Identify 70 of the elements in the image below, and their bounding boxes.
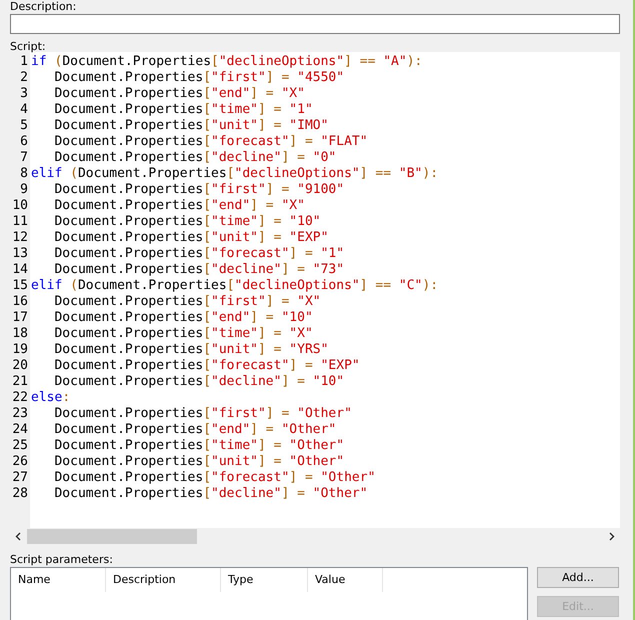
line-number: 4 [19,102,29,118]
code-line: Document.Properties["first"] = "X" [53,294,321,310]
code-line: Document.Properties["end"] = "Other" [53,422,336,438]
column-header[interactable]: Name [11,568,106,592]
scroll-right-icon[interactable] [608,532,615,541]
column-header[interactable]: Type [221,568,308,592]
line-number: 3 [19,86,29,102]
scroll-left-icon[interactable] [15,532,22,541]
line-number: 8 [19,166,29,182]
line-number: 16 [11,294,29,310]
line-number: 17 [11,310,29,326]
line-number: 6 [19,134,29,150]
script-parameters-label: Script parameters: [10,553,114,565]
code-line: Document.Properties["forecast"] = "Other" [53,470,376,486]
script-label: Script: [10,40,47,52]
line-number: 18 [11,326,29,342]
description-field[interactable] [10,14,620,34]
add-button[interactable]: Add... [537,567,619,588]
line-number: 1 [19,54,29,70]
code-line: Document.Properties["time"] = "10" [53,214,321,230]
column-header[interactable]: Value [308,568,383,592]
line-number: 7 [19,150,29,166]
code-line: Document.Properties["unit"] = "EXP" [53,230,328,246]
script-editor[interactable] [10,52,620,528]
parameters-list[interactable]: Name Description Type Value [10,567,528,620]
scrollbar-thumb[interactable] [27,529,197,544]
line-number: 28 [11,486,29,502]
column-header[interactable]: Description [106,568,221,592]
code-line: elif (Document.Properties["declineOptions"] == "C"): [31,278,438,294]
line-number: 25 [11,438,29,454]
code-line: Document.Properties["forecast"] = "FLAT" [53,134,368,150]
line-number: 26 [11,454,29,470]
code-line: Document.Properties["end"] = "X" [53,86,305,102]
line-number: 12 [11,230,29,246]
code-line: Document.Properties["time"] = "X" [53,326,313,342]
code-line: Document.Properties["decline"] = "10" [53,374,344,390]
line-number: 13 [11,246,29,262]
code-line: Document.Properties["end"] = "X" [53,198,305,214]
line-number: 5 [19,118,29,134]
code-line: Document.Properties["time"] = "Other" [53,438,344,454]
code-line: Document.Properties["time"] = "1" [53,102,313,118]
code-line: Document.Properties["decline"] = "Other" [53,486,368,502]
line-number: 14 [11,262,29,278]
code-line: Document.Properties["decline"] = "0" [53,150,336,166]
line-number: 24 [11,422,29,438]
code-line: Document.Properties["forecast"] = "EXP" [53,358,360,374]
code-line: Document.Properties["first"] = "Other" [53,406,352,422]
code-line: Document.Properties["first"] = "4550" [53,70,344,86]
line-number: 9 [19,182,29,198]
code-line: Document.Properties["unit"] = "IMO" [53,118,328,134]
line-number: 2 [19,70,29,86]
code-line: Document.Properties["unit"] = "YRS" [53,342,328,358]
code-line: elif (Document.Properties["declineOptions"] == "B"): [31,166,438,182]
line-number: 10 [11,198,29,214]
line-number: 22 [11,390,29,406]
code-line: Document.Properties["end"] = "10" [53,310,313,326]
line-number: 23 [11,406,29,422]
code-line: Document.Properties["decline"] = "73" [53,262,344,278]
line-number: 11 [11,214,29,230]
code-line: else: [31,390,70,406]
code-line: if (Document.Properties["declineOptions"] == "A"): [31,54,422,70]
code-line: Document.Properties["unit"] = "Other" [53,454,344,470]
description-label: Description: [10,0,78,14]
line-number: 20 [11,358,29,374]
line-number: 27 [11,470,29,486]
line-number: 21 [11,374,29,390]
code-line: Document.Properties["first"] = "9100" [53,182,344,198]
code-line: Document.Properties["forecast"] = "1" [53,246,344,262]
line-number: 19 [11,342,29,358]
line-number: 15 [11,278,29,294]
